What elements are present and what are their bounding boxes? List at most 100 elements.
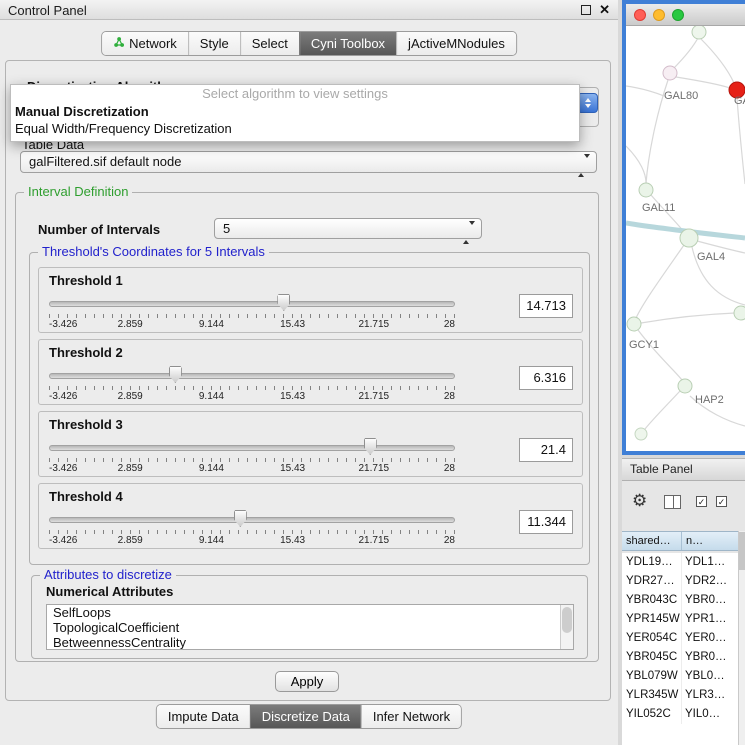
- table-cell: YBR0…: [682, 648, 738, 667]
- select-all-checkbox-icon[interactable]: ✓: [696, 496, 707, 507]
- network-edge[interactable]: [641, 313, 735, 323]
- algorithm-combo-stepper[interactable]: [577, 93, 598, 113]
- table-row[interactable]: YDR27…YDR2…: [622, 572, 738, 591]
- table-row[interactable]: YBR043CYBR0…: [622, 591, 738, 610]
- algorithm-option[interactable]: Manual Discretization: [11, 103, 579, 120]
- table-row[interactable]: YBR045CYBR0…: [622, 648, 738, 667]
- network-node[interactable]: [734, 306, 745, 320]
- tab-discretize-data[interactable]: Discretize Data: [250, 705, 361, 728]
- screen: Control Panel ✕ NetworkStyleSelectCyni T…: [0, 0, 745, 745]
- network-node[interactable]: [680, 229, 698, 247]
- tick-label: -3.426: [49, 319, 77, 330]
- table-column-header[interactable]: shared…: [622, 532, 682, 550]
- network-edge[interactable]: [626, 86, 664, 96]
- slider-tick-labels: -3.4262.8599.14415.4321.71528: [49, 319, 455, 331]
- table-scrollbar[interactable]: [738, 531, 745, 745]
- threshold-slider[interactable]: -3.4262.8599.14415.4321.71528: [49, 366, 455, 404]
- tick-label: 15.43: [280, 535, 305, 546]
- tab-jactivemnodules[interactable]: jActiveMNodules: [396, 32, 516, 55]
- network-node[interactable]: [663, 66, 677, 80]
- network-edge[interactable]: [645, 391, 680, 429]
- list-scrollbar[interactable]: [560, 605, 573, 649]
- gear-icon[interactable]: ⚙: [632, 491, 647, 511]
- threshold-value-field[interactable]: 6.316: [519, 366, 573, 390]
- tick-label: 15.43: [280, 463, 305, 474]
- network-edge[interactable]: [626, 146, 646, 183]
- table-scrollbar-thumb[interactable]: [739, 532, 745, 570]
- tick-label: 2.859: [118, 391, 143, 402]
- algorithm-option[interactable]: Equal Width/Frequency Discretization: [11, 120, 579, 137]
- threshold-value-field[interactable]: 21.4: [519, 438, 573, 462]
- number-of-intervals-combo[interactable]: 5: [214, 218, 482, 239]
- tick-label: 9.144: [199, 463, 224, 474]
- threshold-slider[interactable]: -3.4262.8599.14415.4321.71528: [49, 510, 455, 548]
- network-edge[interactable]: [638, 330, 682, 380]
- network-view: GAL80GAGAL11GAL4GCY1HAP2: [622, 0, 745, 455]
- bottom-tab-bar: Impute DataDiscretize DataInfer Network: [156, 704, 462, 729]
- table-cell: YBR045C: [622, 648, 682, 667]
- close-window-icon[interactable]: ✕: [599, 2, 610, 18]
- numerical-attributes-list[interactable]: SelfLoopsTopologicalCoefficientBetweenne…: [46, 604, 574, 650]
- table-cell: YBL0…: [682, 667, 738, 686]
- columns-icon[interactable]: [664, 495, 681, 509]
- network-node[interactable]: [678, 379, 692, 393]
- tab-select[interactable]: Select: [240, 32, 299, 55]
- slider-thumb[interactable]: [234, 510, 247, 527]
- tab-label: Network: [129, 36, 177, 51]
- zoom-traffic-icon[interactable]: [672, 9, 684, 21]
- slider-ticks: [49, 386, 455, 390]
- table-row[interactable]: YDL19…YDL1…: [622, 553, 738, 572]
- table-column-header[interactable]: n…: [682, 532, 745, 550]
- attribute-list-item[interactable]: SelfLoops: [47, 605, 573, 620]
- table-row[interactable]: YIL052CYIL0…: [622, 705, 738, 724]
- network-node[interactable]: [692, 26, 706, 39]
- threshold-value-field[interactable]: 11.344: [519, 510, 573, 534]
- minimize-traffic-icon[interactable]: [653, 9, 665, 21]
- tab-label: Cyni Toolbox: [311, 36, 385, 51]
- threshold-panel: Threshold 4-3.4262.8599.14415.4321.71528…: [38, 483, 583, 549]
- network-node[interactable]: [627, 317, 641, 331]
- network-window: GAL80GAGAL11GAL4GCY1HAP2: [626, 4, 745, 451]
- table-panel-title: Table Panel: [622, 459, 745, 481]
- close-traffic-icon[interactable]: [634, 9, 646, 21]
- network-node-label: GCY1: [629, 339, 659, 351]
- network-edge[interactable]: [672, 36, 699, 70]
- table-cell: YLR345W: [622, 686, 682, 705]
- table-data-combo[interactable]: galFiltered.sif default node: [20, 151, 597, 173]
- tab-cyni-toolbox[interactable]: Cyni Toolbox: [299, 32, 396, 55]
- threshold-value-field[interactable]: 14.713: [519, 294, 573, 318]
- network-edge[interactable]: [676, 77, 730, 88]
- slider-thumb[interactable]: [364, 438, 377, 455]
- float-window-icon[interactable]: [581, 5, 591, 15]
- tab-infer-network[interactable]: Infer Network: [361, 705, 461, 728]
- tab-network[interactable]: Network: [102, 32, 188, 55]
- tab-style[interactable]: Style: [188, 32, 240, 55]
- tab-impute-data[interactable]: Impute Data: [157, 705, 250, 728]
- table-data-combo-value: galFiltered.sif default node: [29, 154, 181, 169]
- list-scrollbar-thumb[interactable]: [562, 607, 572, 633]
- slider-thumb[interactable]: [277, 294, 290, 311]
- table-row[interactable]: YPR145WYPR1…: [622, 610, 738, 629]
- table-row[interactable]: YBL079WYBL0…: [622, 667, 738, 686]
- network-edge[interactable]: [636, 245, 684, 318]
- top-tab-bar: Network StyleSelect Cyni Toolbox jActiveMNo…: [101, 31, 517, 56]
- network-canvas[interactable]: GAL80GAGAL11GAL4GCY1HAP2: [626, 26, 745, 451]
- network-edge[interactable]: [700, 38, 734, 83]
- slider-thumb[interactable]: [169, 366, 182, 383]
- combo-arrows-icon: [578, 156, 590, 176]
- slider-ticks: [49, 458, 455, 462]
- slider-ticks: [49, 530, 455, 534]
- slider-tick-labels: -3.4262.8599.14415.4321.71528: [49, 535, 455, 547]
- apply-button[interactable]: Apply: [275, 671, 339, 692]
- threshold-slider[interactable]: -3.4262.8599.14415.4321.71528: [49, 294, 455, 332]
- table-row[interactable]: YLR345WYLR3…: [622, 686, 738, 705]
- select-columns-checkbox-icon[interactable]: ✓: [716, 496, 727, 507]
- attribute-list-item[interactable]: TopologicalCoefficient: [47, 620, 573, 635]
- network-node[interactable]: [635, 428, 647, 440]
- network-edge[interactable]: [737, 98, 745, 184]
- network-node[interactable]: [639, 183, 653, 197]
- threshold-slider[interactable]: -3.4262.8599.14415.4321.71528: [49, 438, 455, 476]
- table-row[interactable]: YER054CYER0…: [622, 629, 738, 648]
- network-node-label: GAL80: [664, 90, 698, 102]
- attribute-list-item[interactable]: BetweennessCentrality: [47, 635, 573, 650]
